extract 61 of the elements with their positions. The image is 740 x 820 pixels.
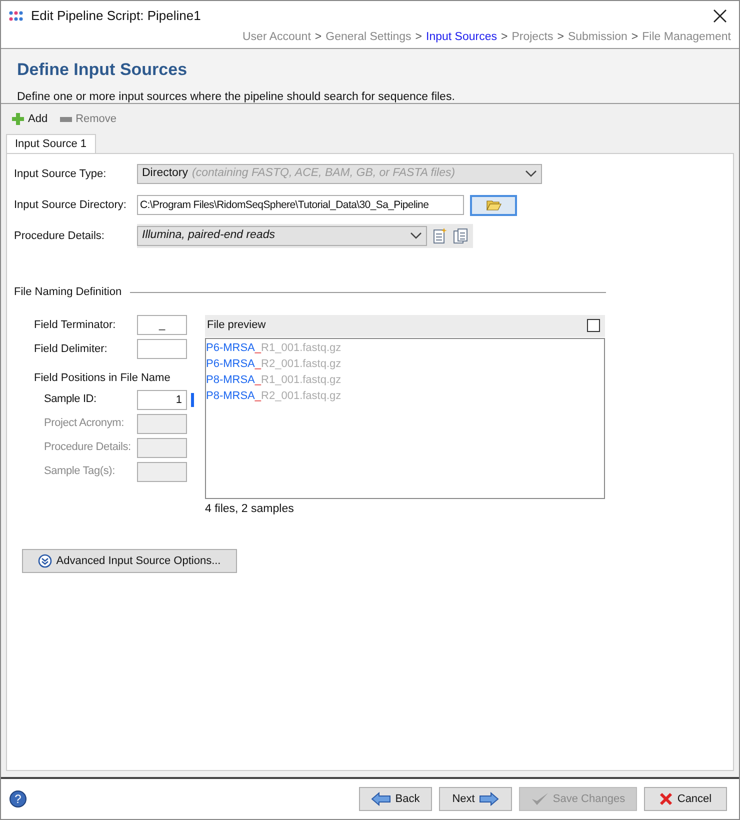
preview-file-name: P6-MRSA_R1_001.fastq.gz — [206, 340, 342, 356]
field-label: Field Delimiter: — [34, 342, 108, 357]
dropdown-chevron-icon — [525, 170, 537, 178]
close-x-icon — [659, 792, 674, 806]
field-label: Field Terminator: — [34, 318, 117, 333]
breadcrumb-step: Input Sources — [426, 29, 497, 47]
tab[interactable]: Input Source 1 — [6, 134, 96, 153]
expand-down-icon — [38, 554, 52, 568]
breadcrumb-separator: > — [557, 30, 564, 46]
breadcrumb-separator: > — [631, 30, 638, 46]
app-logo-icon — [9, 10, 23, 22]
right-arrow-icon — [478, 792, 499, 806]
breadcrumb-separator: > — [314, 30, 322, 46]
field-label: Procedure Details: — [44, 440, 132, 456]
new-document-icon[interactable] — [433, 228, 447, 244]
subsection-title: Field Positions in File Name — [34, 370, 172, 386]
footer-button[interactable]: Back — [359, 787, 432, 811]
field-label: Sample Tag(s): — [44, 464, 116, 480]
position-marker — [191, 392, 194, 406]
procedure-details-dropdown[interactable]: Illumina, paired-end reads — [137, 226, 427, 246]
documents-icon[interactable] — [453, 228, 469, 244]
preview-title: File preview — [207, 318, 266, 334]
window-title: Edit Pipeline Script: Pipeline1 — [31, 7, 202, 26]
breadcrumb-step: Projects — [512, 29, 554, 47]
breadcrumb-step: General Settings — [326, 29, 412, 47]
breadcrumb-separator: > — [415, 30, 422, 46]
breadcrumb-step: Submission — [568, 29, 628, 47]
footer-button[interactable]: Next — [439, 787, 512, 811]
text-field[interactable]: _ — [137, 315, 187, 335]
breadcrumb-step: File Management — [642, 29, 731, 47]
dropdown-chevron-icon — [410, 232, 422, 240]
position-field[interactable]: 1 — [137, 390, 187, 410]
section-title: File Naming Definition — [14, 285, 122, 300]
field-label: Sample ID: — [44, 392, 98, 408]
preview-checkbox[interactable] — [587, 319, 600, 332]
text-field[interactable] — [137, 339, 187, 359]
field-label: Input Source Directory: — [14, 198, 128, 213]
field-label: Procedure Details: — [14, 228, 106, 244]
preview-summary: 4 files, 2 samples — [205, 502, 294, 516]
help-icon[interactable]: ? — [9, 790, 27, 808]
minus-icon — [60, 116, 72, 122]
field-label: Input Source Type: — [14, 166, 108, 182]
close-icon[interactable] — [713, 9, 727, 23]
field-label: Project Acronym: — [44, 416, 125, 432]
browse-folder-button[interactable] — [470, 194, 517, 216]
preview-file-name: P8-MRSA_R1_001.fastq.gz — [206, 372, 342, 388]
folder-icon — [486, 199, 502, 211]
toolbar-button[interactable]: Add — [12, 110, 48, 128]
page-title: Define Input Sources — [17, 59, 188, 81]
input-source-type-dropdown[interactable]: Directory (containing FASTQ, ACE, BAM, GB, or FASTA files) — [137, 164, 542, 184]
breadcrumb-separator: > — [500, 30, 508, 46]
advanced-options-button[interactable]: Advanced Input Source Options... — [22, 548, 237, 573]
plus-icon — [12, 113, 24, 125]
checkmark-icon — [530, 792, 549, 806]
directory-field[interactable]: C:\Program Files\RidomSeqSphere\Tutorial_Data\30_Sa_Pipeline — [137, 195, 464, 215]
left-arrow-icon — [371, 792, 392, 806]
page-description: Define one or more input sources where the pipeline should search for sequence files. — [17, 90, 456, 104]
preview-file-name: P8-MRSA_R2_001.fastq.gz — [206, 388, 342, 404]
breadcrumb-step: User Account — [242, 29, 311, 47]
preview-file-name: P6-MRSA_R2_001.fastq.gz — [206, 356, 342, 372]
footer-button[interactable]: Cancel — [644, 787, 727, 811]
